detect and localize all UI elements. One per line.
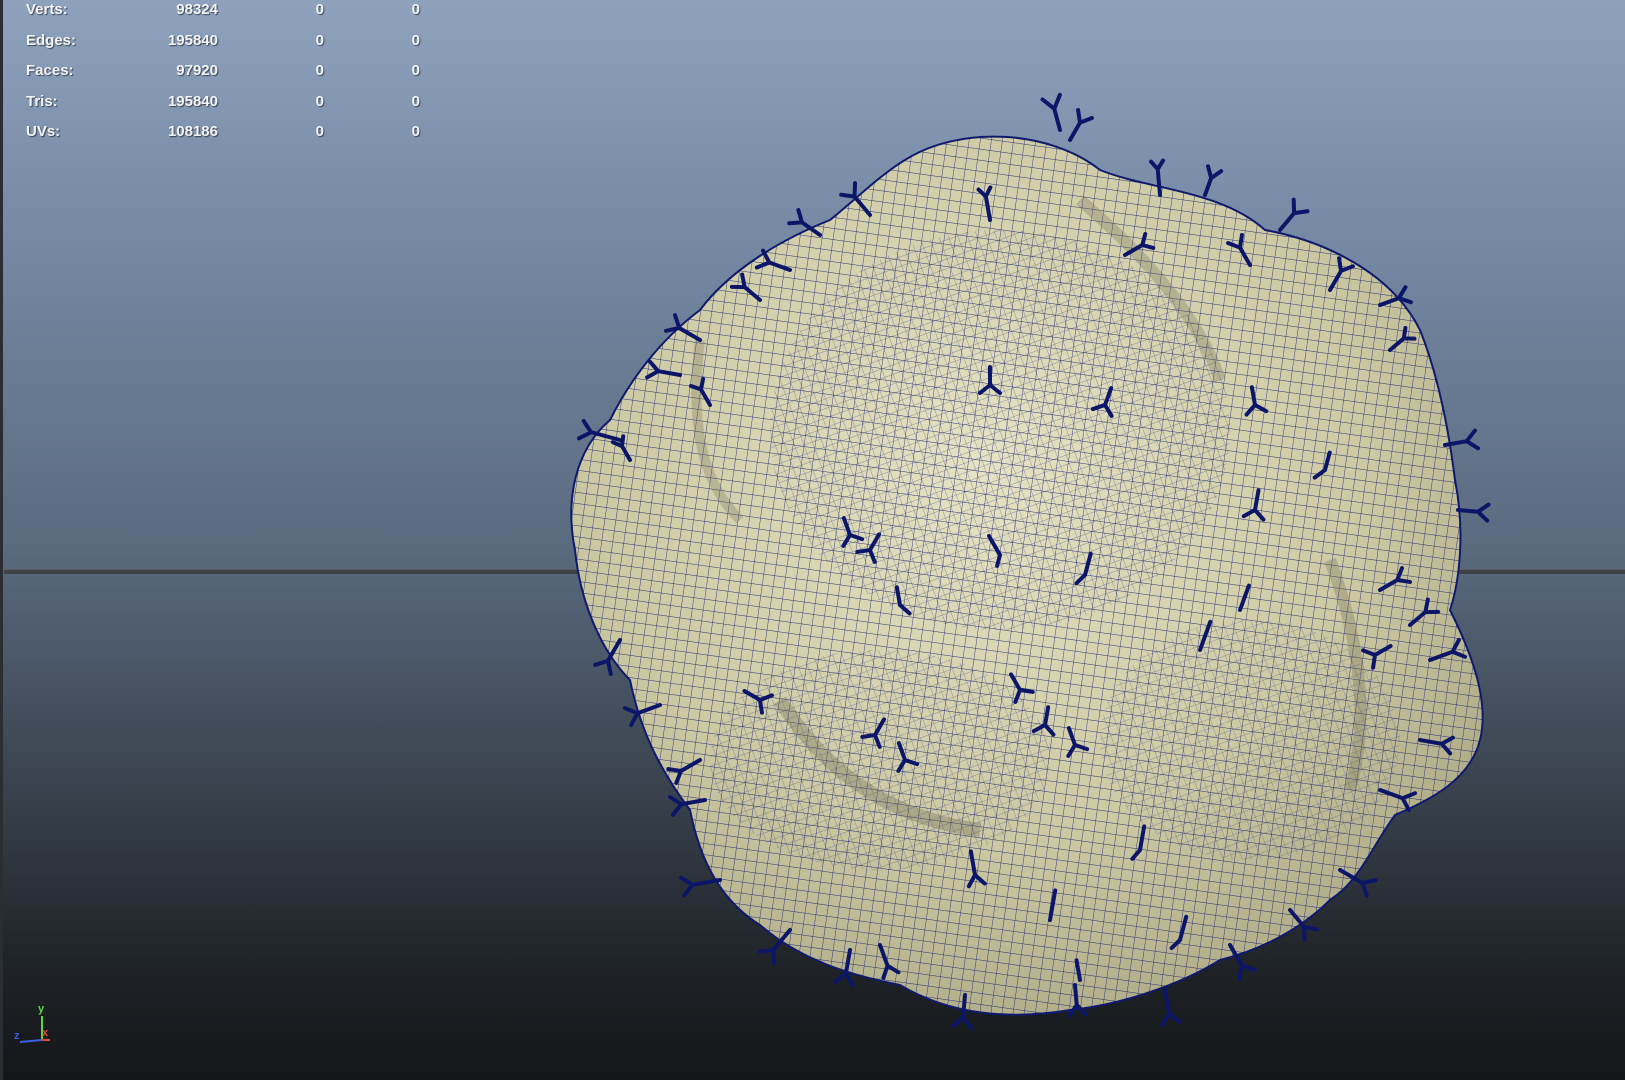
hud-value-selected: 0 [315, 123, 324, 140]
hud-value-selection: 0 [411, 62, 420, 79]
axis-x-label: x [42, 1027, 49, 1039]
hud-value-selection: 0 [411, 123, 420, 140]
virus-mesh-model[interactable] [0, 0, 1625, 1080]
hud-label: Edges: [26, 31, 77, 49]
hud-row-verts: Verts: 98324 0 0 [26, 0, 420, 31]
hud-value-object: 97920 [176, 62, 218, 79]
axis-z-label: z [14, 1030, 20, 1042]
hud-label: Tris: [26, 92, 58, 110]
hud-label: Verts: [26, 1, 68, 18]
hud-label: UVs: [26, 123, 61, 140]
hud-value-selected: 0 [315, 31, 324, 49]
mesh-body[interactable] [560, 120, 1500, 1040]
hud-value-object: 108186 [167, 123, 218, 140]
hud-label: Faces: [26, 62, 74, 79]
hud-value-object: 195840 [167, 31, 218, 49]
hud-value-selection: 0 [411, 31, 420, 49]
hud-value-selection: 0 [411, 92, 420, 110]
poly-count-hud: Verts: 98324 0 0 Edges: 195840 0 0 Faces… [26, 0, 420, 153]
hud-value-selected: 0 [315, 92, 324, 110]
3d-viewport[interactable]: Verts: 98324 0 0 Edges: 195840 0 0 Faces… [0, 0, 1625, 1080]
hud-row-faces: Faces: 97920 0 0 [26, 61, 420, 92]
hud-value-selected: 0 [315, 1, 324, 18]
hud-row-edges: Edges: 195840 0 0 [26, 31, 420, 62]
axis-gizmo-icon [19, 1016, 50, 1043]
view-axis-gizmo: y x z [10, 1000, 60, 1050]
axis-y-label: y [38, 1003, 45, 1015]
hud-value-object: 195840 [167, 92, 218, 110]
hud-row-tris: Tris: 195840 0 0 [26, 92, 420, 123]
hud-value-selection: 0 [411, 1, 420, 18]
hud-row-uvs: UVs: 108186 0 0 [26, 122, 420, 153]
hud-value-object: 98324 [176, 1, 218, 18]
hud-value-selected: 0 [315, 62, 324, 79]
